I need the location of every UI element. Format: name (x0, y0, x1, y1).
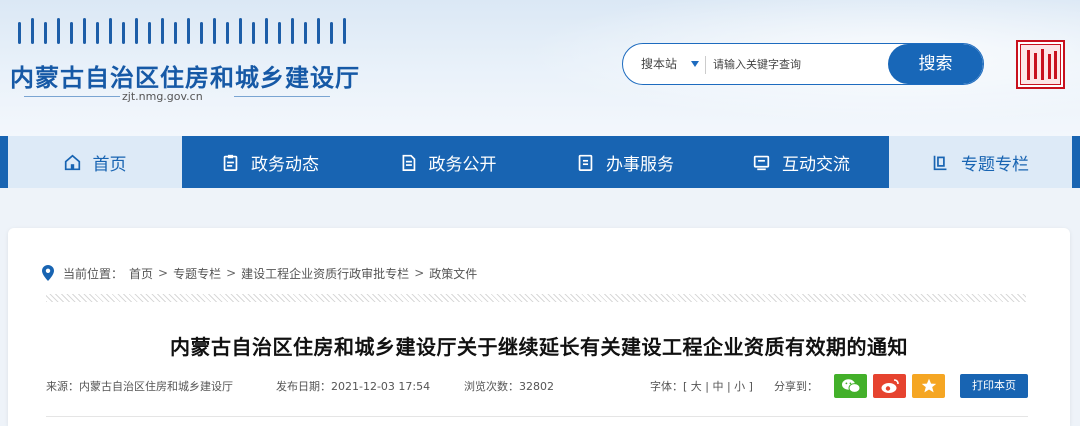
clipboard-icon (223, 154, 238, 171)
chat-icon (753, 155, 770, 170)
breadcrumb-separator: > (158, 266, 169, 280)
favorite-button[interactable] (912, 374, 945, 398)
service-icon (578, 154, 593, 171)
domain-rule-left (24, 96, 120, 97)
seal-logo[interactable] (1016, 40, 1065, 89)
breadcrumb-prefix: 当前位置： (63, 266, 124, 281)
site-domain: zjt.nmg.gov.cn (122, 90, 203, 103)
breadcrumb: 当前位置： 首页 > 专题专栏 > 建设工程企业资质行政审批专栏 > 政策文件 (42, 264, 477, 282)
nav-label-interaction: 互动交流 (782, 154, 850, 175)
site-header: 内蒙古自治区住房和城乡建设厅 zjt.nmg.gov.cn 搜本站 搜索 (0, 0, 1080, 136)
article-panel: 当前位置： 首页 > 专题专栏 > 建设工程企业资质行政审批专栏 > 政策文件 … (8, 228, 1070, 426)
wechat-share-button[interactable] (834, 374, 867, 398)
breadcrumb-special[interactable]: 专题专栏 (173, 265, 221, 282)
breadcrumb-home[interactable]: 首页 (129, 265, 153, 282)
weibo-share-button[interactable] (873, 374, 906, 398)
nav-label-disclosure: 政务公开 (428, 154, 497, 175)
nav-label-news: 政务动态 (251, 154, 319, 175)
weibo-icon (881, 379, 899, 393)
nav-item-special[interactable]: 专题专栏 (889, 136, 1072, 188)
breadcrumb-column[interactable]: 建设工程企业资质行政审批专栏 (241, 265, 409, 282)
chevron-down-icon[interactable] (691, 61, 699, 67)
hatch-divider (46, 294, 1026, 302)
site-title[interactable]: 内蒙古自治区住房和城乡建设厅 (10, 58, 360, 93)
seal-icon (1020, 44, 1061, 85)
main-nav: 首页 政务动态 政务公开 办事服务 互动交流 专题专栏 (0, 136, 1080, 188)
search-input[interactable] (713, 50, 883, 78)
mongolian-script-title (18, 18, 346, 52)
search-button[interactable]: 搜索 (888, 44, 983, 84)
star-icon (921, 378, 936, 393)
home-icon (64, 154, 80, 170)
location-pin-icon (42, 265, 54, 281)
breadcrumb-separator: > (226, 266, 237, 280)
nav-item-interaction[interactable]: 互动交流 (714, 136, 889, 188)
share-label: 分享到： (774, 380, 818, 393)
article-views: 浏览次数：32802 (464, 380, 554, 393)
nav-item-services[interactable]: 办事服务 (537, 136, 714, 188)
article-date: 发布日期：2021-12-03 17:54 (276, 380, 431, 393)
nav-label-services: 办事服务 (606, 154, 674, 175)
search-scope-select[interactable]: 搜本站 (641, 44, 677, 84)
font-size-selector[interactable]: 字体：[ 大 | 中 | 小 ] (650, 378, 753, 394)
nav-item-news[interactable]: 政务动态 (182, 136, 359, 188)
nav-label-special: 专题专栏 (961, 154, 1029, 175)
meta-divider (46, 416, 1028, 417)
nav-item-disclosure[interactable]: 政务公开 (359, 136, 537, 188)
nav-label-home: 首页 (92, 154, 127, 175)
wechat-icon (841, 379, 860, 393)
breadcrumb-current[interactable]: 政策文件 (429, 265, 477, 282)
document-icon (402, 154, 415, 171)
column-icon (933, 155, 947, 170)
domain-rule-right (234, 96, 330, 97)
breadcrumb-separator: > (414, 266, 425, 280)
search-bar: 搜本站 搜索 (622, 43, 984, 85)
article-source: 来源：内蒙古自治区住房和城乡建设厅 (46, 380, 233, 393)
print-button[interactable]: 打印本页 (960, 374, 1028, 398)
article-title: 内蒙古自治区住房和城乡建设厅关于继续延长有关建设工程企业资质有效期的通知 (170, 335, 908, 359)
search-divider (705, 56, 706, 74)
nav-item-home[interactable]: 首页 (8, 136, 182, 188)
